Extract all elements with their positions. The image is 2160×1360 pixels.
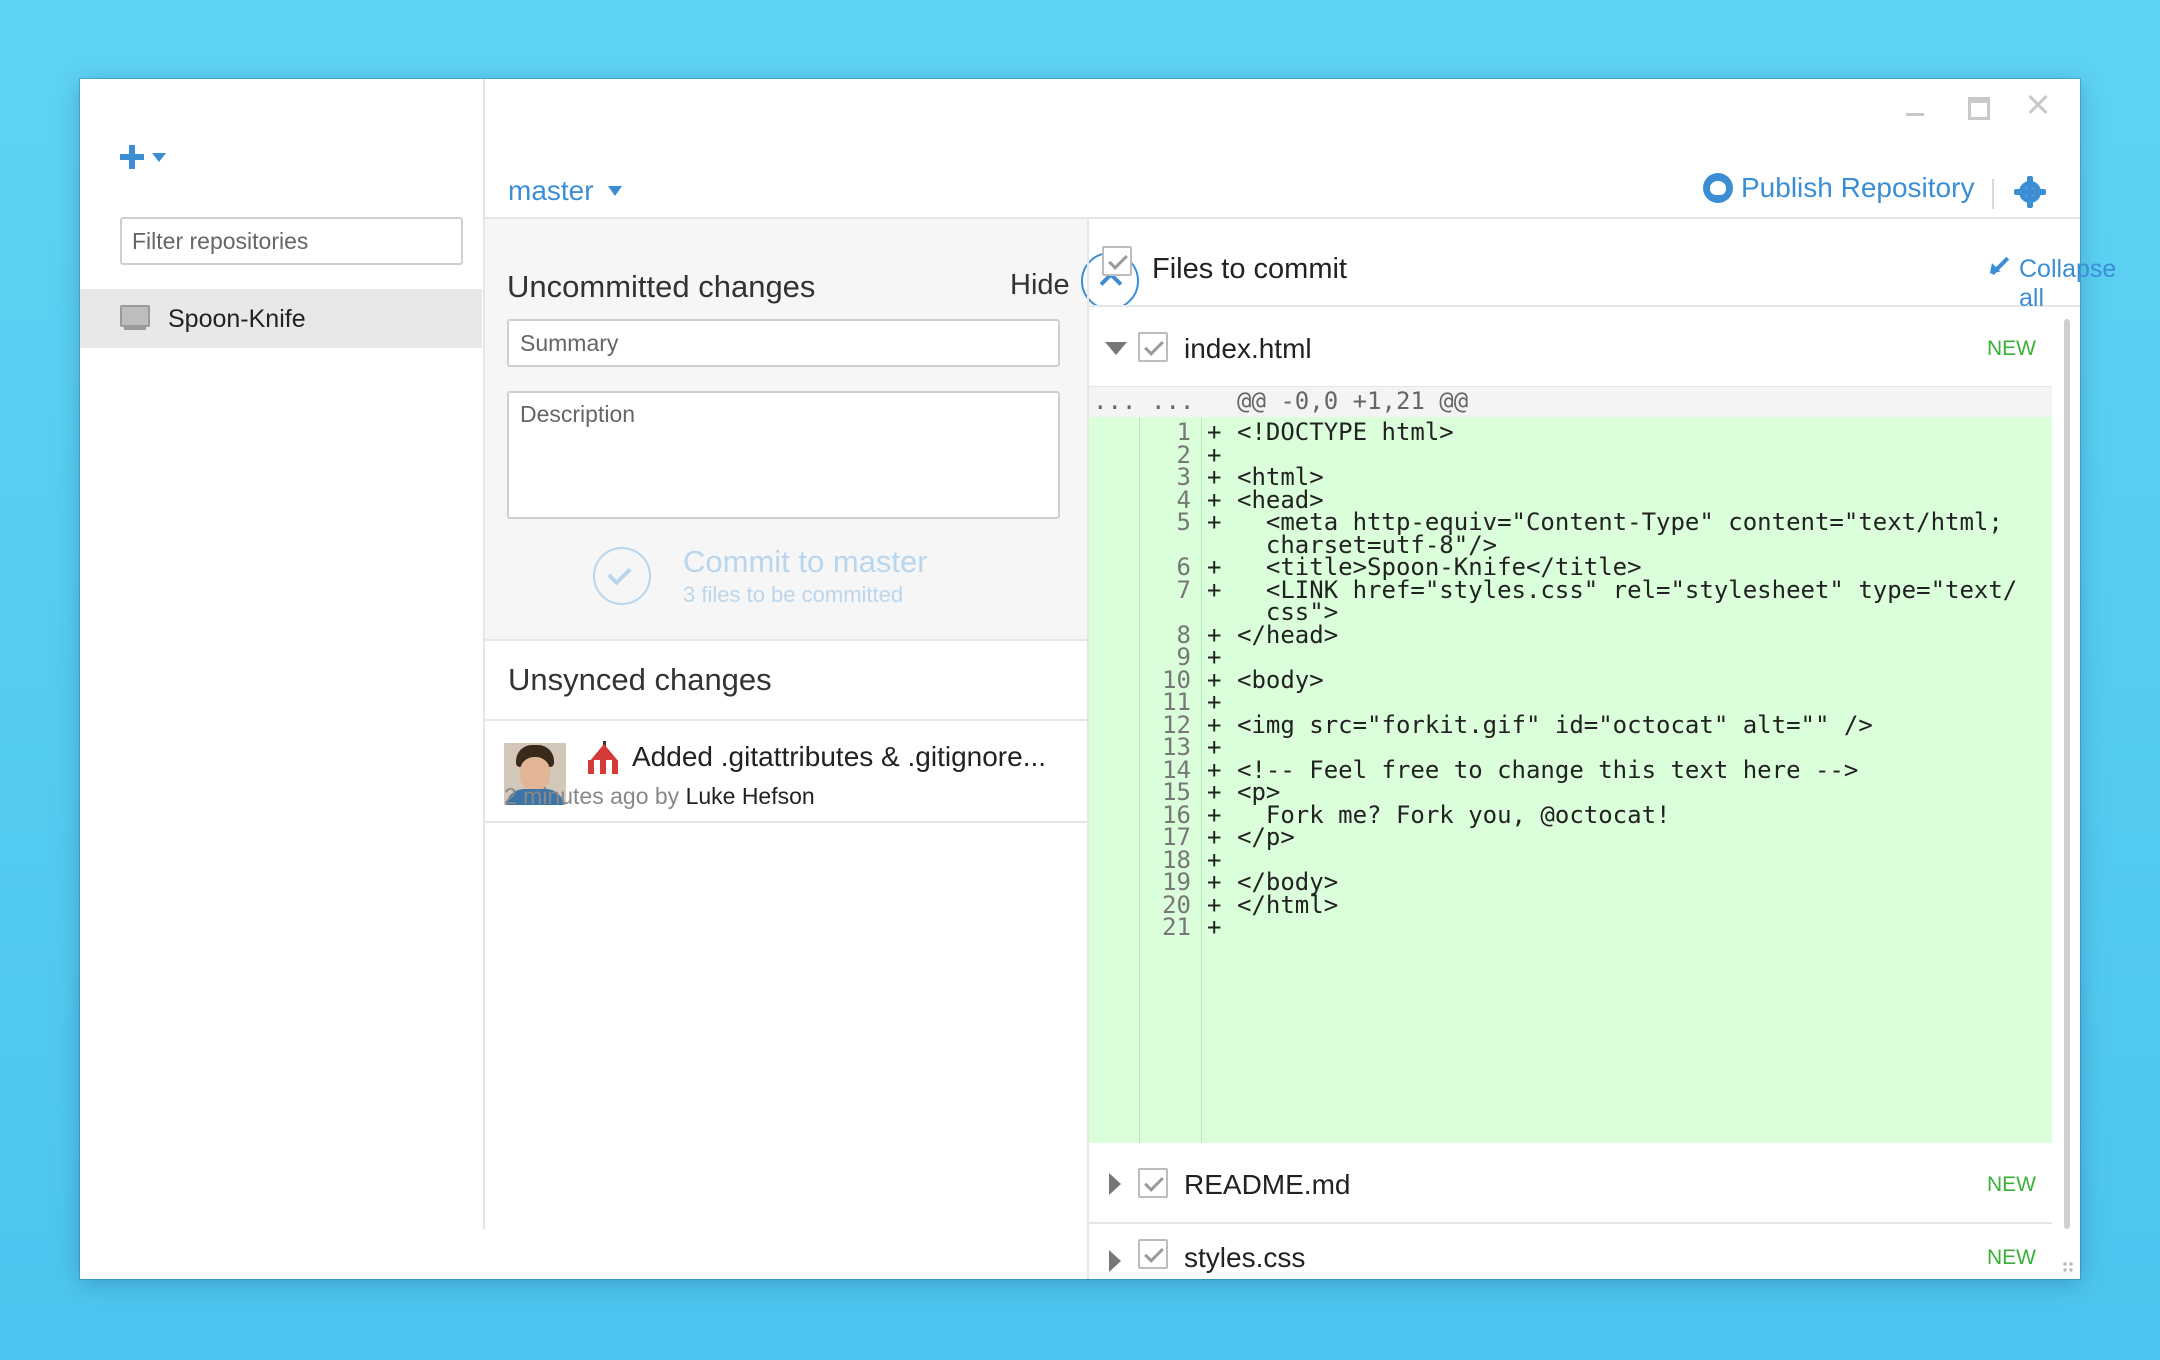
- chevron-down-icon: [152, 152, 166, 162]
- files-title: Files to commit: [1152, 253, 1347, 285]
- github-icon: [1703, 173, 1733, 203]
- check-circle-icon: [593, 547, 651, 605]
- triangle-right-icon[interactable]: [1109, 1173, 1121, 1195]
- summary-input[interactable]: [507, 319, 1060, 367]
- publish-label: Publish Repository: [1741, 172, 1975, 203]
- branch-name: master: [508, 175, 594, 206]
- add-repository-button[interactable]: [120, 145, 166, 169]
- file-checkbox[interactable]: [1138, 332, 1168, 362]
- sidebar: Spoon-Knife: [80, 79, 485, 1229]
- triangle-down-icon[interactable]: [1105, 342, 1127, 355]
- file-status-badge: NEW: [1987, 1246, 2036, 1269]
- file-status-badge: NEW: [1987, 1173, 2036, 1196]
- gear-icon[interactable]: [2014, 176, 2046, 208]
- file-checkbox[interactable]: [1138, 1168, 1168, 1198]
- minimize-icon[interactable]: [1900, 91, 1928, 119]
- uncommitted-title: Uncommitted changes: [507, 269, 816, 304]
- collapse-all-button[interactable]: Collapse all: [2019, 255, 2116, 313]
- computer-icon: [120, 305, 150, 330]
- hide-label: Hide: [1010, 269, 1070, 301]
- commit-time: 2 minutes ago: [504, 783, 649, 809]
- description-input[interactable]: [507, 391, 1060, 519]
- window-controls: [1900, 91, 2052, 120]
- file-name: index.html: [1184, 333, 1312, 364]
- file-checkbox[interactable]: [1138, 1239, 1168, 1269]
- scrollbar[interactable]: [2064, 319, 2070, 1229]
- close-icon[interactable]: [2024, 91, 2052, 119]
- file-row[interactable]: README.md NEW: [1087, 1143, 2052, 1224]
- commit-message: Added .gitattributes & .gitignore...: [632, 741, 1047, 772]
- commit-file-count: 3 files to be committed: [683, 582, 904, 607]
- resize-grip-icon[interactable]: [2062, 1261, 2074, 1273]
- commit-meta: 2 minutes ago by Luke Hefson: [504, 783, 815, 810]
- publish-repository-button[interactable]: Publish Repository: [1703, 172, 1974, 204]
- maximize-icon[interactable]: [1962, 91, 1990, 120]
- file-status-badge: NEW: [1987, 337, 2036, 360]
- branch-selector[interactable]: master: [508, 175, 622, 207]
- commit-button[interactable]: Commit to master 3 files to be committed: [593, 544, 1053, 614]
- repository-item[interactable]: Spoon-Knife: [80, 289, 482, 348]
- triangle-right-icon[interactable]: [1109, 1250, 1121, 1272]
- filter-repositories-input[interactable]: [120, 217, 463, 265]
- chevron-down-icon: [607, 186, 622, 196]
- file-name: styles.css: [1184, 1242, 1306, 1273]
- repository-name: Spoon-Knife: [168, 305, 306, 333]
- commit-label: Commit to master: [683, 544, 928, 579]
- commit-by: by: [654, 783, 680, 809]
- uncommitted-changes-panel: Uncommitted changes Hide Commit to maste…: [485, 219, 1139, 641]
- commit-author: Luke Hefson: [685, 783, 815, 809]
- collapse-icon[interactable]: [1986, 253, 2010, 277]
- unsynced-commit-item[interactable]: Added .gitattributes & .gitignore... 2 m…: [485, 721, 1087, 823]
- files-to-commit-header: Files to commit Collapse all: [1087, 219, 2116, 312]
- file-name: README.md: [1184, 1169, 1351, 1200]
- circus-tent-icon: [585, 741, 623, 775]
- select-all-checkbox[interactable]: [1102, 246, 1132, 276]
- file-row[interactable]: styles.css NEW: [1087, 1224, 2052, 1279]
- plus-icon: [120, 145, 144, 169]
- file-row[interactable]: index.html NEW: [1087, 307, 2052, 388]
